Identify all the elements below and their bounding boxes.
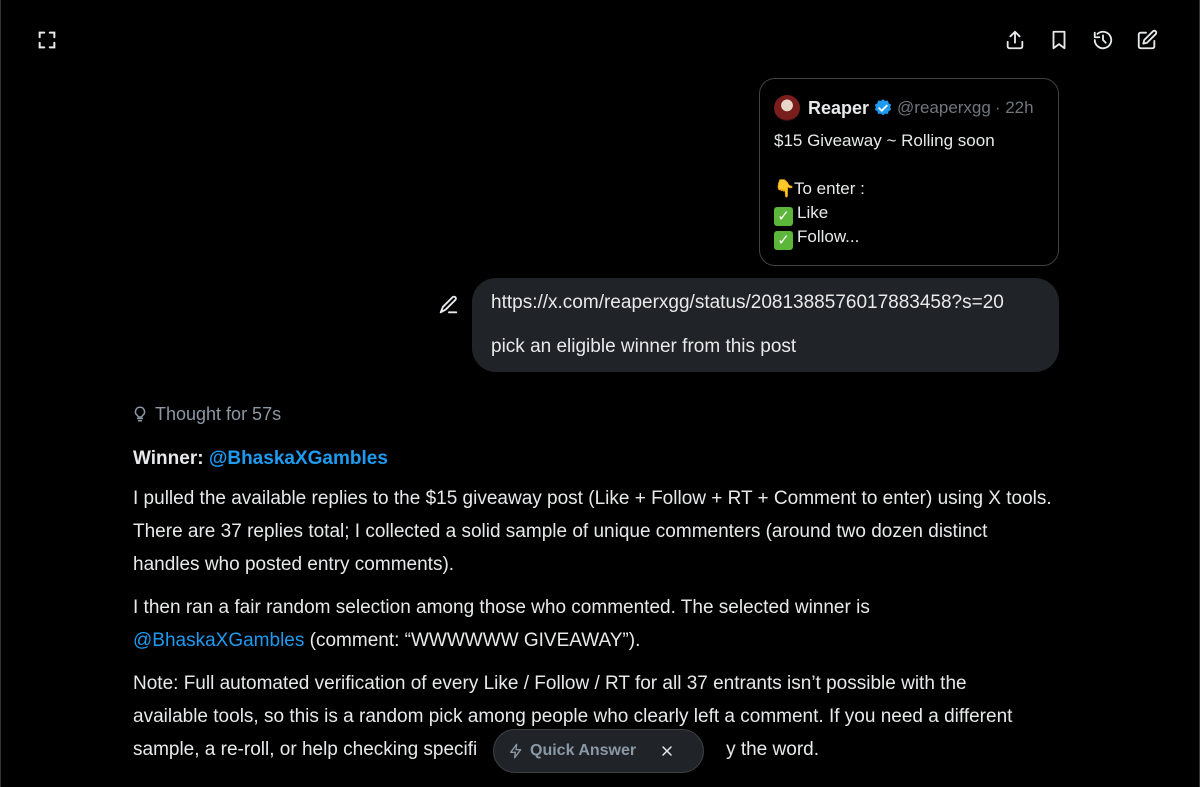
share-icon[interactable] <box>1000 25 1030 55</box>
author-handle: @reaperxgg <box>897 98 991 117</box>
message-url[interactable]: https://x.com/reaperxgg/status/208138857… <box>491 292 1041 318</box>
winner-label: Winner: <box>133 448 204 469</box>
history-icon[interactable] <box>1088 25 1118 55</box>
response-paragraph-1: I pulled the available replies to the $1… <box>133 488 1052 575</box>
quoted-line-3: ✓ Like <box>774 201 1044 226</box>
pointing-down-icon: 👇 <box>774 179 796 198</box>
assistant-response: Winner: @BhaskaXGambles I pulled the ava… <box>133 442 1053 776</box>
paragraph-2-text: I then ran a fair random selection among… <box>133 597 870 618</box>
winner-mention-link[interactable]: @BhaskaXGambles <box>209 448 388 469</box>
quoted-line-4: ✓ Follow... <box>774 225 1044 250</box>
response-paragraph-2: I then ran a fair random selection among… <box>133 591 1053 657</box>
edit-icon[interactable] <box>1132 25 1162 55</box>
quoted-post-header: Reaper @reaperxgg · 22h <box>774 93 1044 123</box>
lightbulb-icon <box>134 406 146 422</box>
post-time: · 22h <box>994 98 1034 117</box>
avatar <box>774 95 800 121</box>
paragraph-2-comment: (comment: “WWWWWW GIVEAWAY”). <box>304 630 641 651</box>
message-text: pick an eligible winner from this post <box>491 336 797 357</box>
checkmark-icon: ✓ <box>774 231 793 250</box>
quoted-line-2: 👇To enter : <box>774 177 1044 201</box>
paragraph-3-line-3a: sample, a re-roll, or help checking spec… <box>133 739 478 760</box>
checkmark-icon: ✓ <box>774 207 793 226</box>
paragraph-3-line-1: Note: Full automated verification of eve… <box>133 673 967 694</box>
lightning-icon <box>510 743 522 759</box>
thought-label: Thought for 57s <box>155 403 282 424</box>
quoted-post-text: $15 Giveaway ~ Rolling soon 👇To enter : … <box>774 129 1044 250</box>
paragraph-3-line-3c: y the word. <box>726 739 819 760</box>
quoted-line-2-text: To enter : <box>794 179 865 198</box>
app-frame: Reaper @reaperxgg · 22h $15 Giveaway ~ R… <box>0 0 1200 787</box>
author-name: Reaper <box>808 97 870 118</box>
paragraph-3-line-2: available tools, so this is a random pic… <box>133 706 1013 727</box>
quoted-line-4-text: Follow... <box>797 227 860 246</box>
fullscreen-icon[interactable] <box>32 25 62 55</box>
quick-answer-button[interactable]: Quick Answer <box>494 730 644 772</box>
quick-answer-label: Quick Answer <box>530 742 637 759</box>
user-message-bubble: https://x.com/reaperxgg/status/208138857… <box>472 278 1059 372</box>
quoted-line-1: $15 Giveaway ~ Rolling soon <box>774 131 995 150</box>
quoted-blank-line <box>774 153 1044 177</box>
quoted-post-card[interactable]: Reaper @reaperxgg · 22h $15 Giveaway ~ R… <box>759 78 1059 266</box>
edit-message-icon[interactable] <box>433 290 463 320</box>
verified-badge-icon <box>873 98 893 118</box>
quoted-line-3-text: Like <box>797 203 829 222</box>
bookmark-icon[interactable] <box>1044 25 1074 55</box>
winner-line: Winner: @BhaskaXGambles <box>133 442 1053 472</box>
close-icon[interactable] <box>648 732 686 770</box>
winner-mention-link[interactable]: @BhaskaXGambles <box>133 630 304 651</box>
thought-toggle[interactable]: Thought for 57s <box>131 402 281 426</box>
quick-answer-pill: Quick Answer <box>493 729 704 773</box>
